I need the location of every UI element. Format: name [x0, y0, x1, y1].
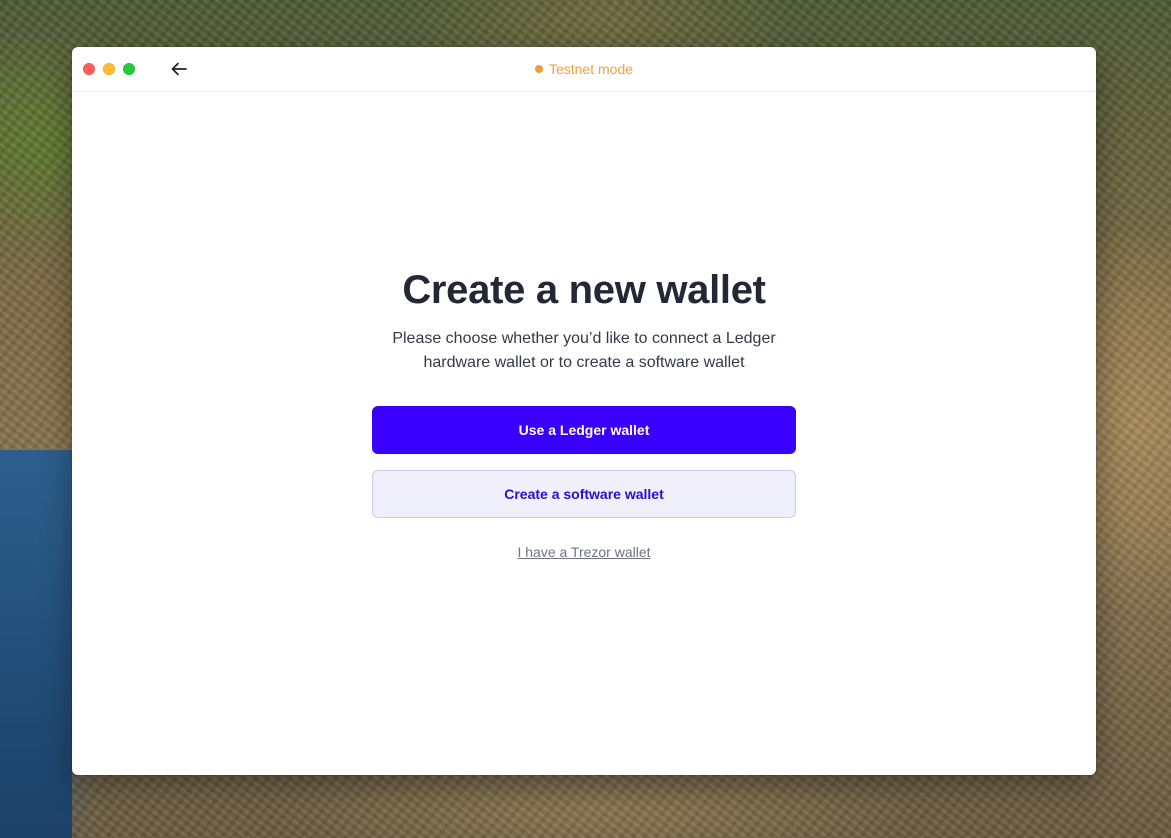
page-subtitle: Please choose whether you’d like to conn…: [392, 330, 776, 371]
wallpaper-sea: [0, 450, 72, 838]
trezor-wallet-link[interactable]: I have a Trezor wallet: [517, 544, 650, 560]
trezor-wallet-link-row: I have a Trezor wallet: [72, 544, 1096, 560]
app-window: Testnet mode Create a new wallet Please …: [72, 47, 1096, 775]
testnet-indicator: Testnet mode: [72, 61, 1096, 77]
desktop-wallpaper: Testnet mode Create a new wallet Please …: [0, 0, 1171, 838]
page-title: Create a new wallet: [402, 268, 766, 312]
testnet-label: Testnet mode: [548, 61, 634, 77]
window-titlebar: Testnet mode: [72, 47, 1096, 92]
create-software-wallet-button[interactable]: Create a software wallet: [372, 470, 796, 518]
main-content: Create a new wallet Please choose whethe…: [72, 91, 1096, 775]
use-ledger-wallet-button[interactable]: Use a Ledger wallet: [372, 406, 796, 454]
testnet-dot-icon: [534, 65, 543, 73]
